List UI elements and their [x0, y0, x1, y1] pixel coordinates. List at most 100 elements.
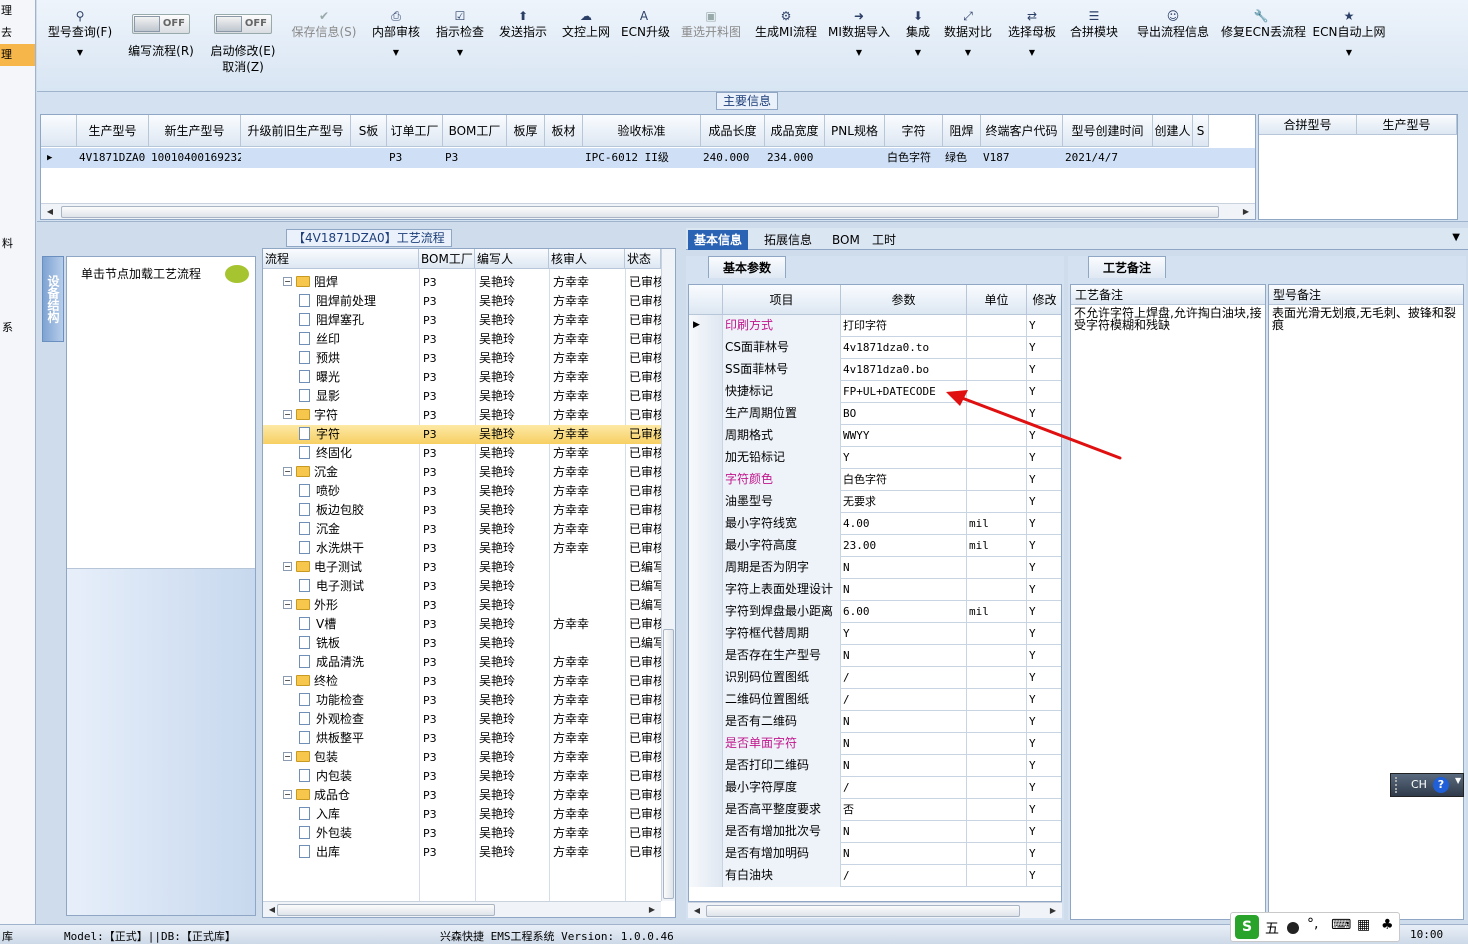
flow-tree-row[interactable]: 铣板 P3 吴艳玲 已编写: [263, 634, 661, 653]
flow-tree-row[interactable]: 预烘 P3 吴艳玲 方幸幸 已审核: [263, 349, 661, 368]
flow-node[interactable]: 烘板整平: [299, 729, 419, 748]
chevron-down-icon[interactable]: ▼: [1455, 776, 1461, 785]
row-header[interactable]: [689, 777, 723, 799]
flow-tree-row[interactable]: − 沉金 P3 吴艳玲 方幸幸 已审核: [263, 463, 661, 482]
column-header[interactable]: 编写人: [475, 249, 549, 269]
column-header[interactable]: 板材: [545, 115, 583, 147]
flow-hscroll[interactable]: ◀ ▶: [263, 901, 661, 917]
column-header[interactable]: BOM工厂: [443, 115, 507, 147]
flow-node[interactable]: − 电子测试: [283, 558, 419, 577]
param-value[interactable]: 4v1871dza0.to: [841, 337, 967, 359]
flow-node[interactable]: − 沉金: [283, 463, 419, 482]
row-header[interactable]: [689, 733, 723, 755]
param-row[interactable]: 是否单面字符 N Y: [689, 733, 1061, 755]
left-nav-item[interactable]: [1, 286, 35, 314]
flow-node[interactable]: − 终检: [283, 672, 419, 691]
flow-node[interactable]: 丝印: [299, 330, 419, 349]
flow-tree-row[interactable]: 内包装 P3 吴艳玲 方幸幸 已审核: [263, 767, 661, 786]
flow-node[interactable]: 曝光: [299, 368, 419, 387]
column-header[interactable]: 新生产型号: [149, 115, 241, 147]
table-cell[interactable]: [545, 148, 583, 168]
flow-node[interactable]: − 阻焊: [283, 273, 419, 292]
flow-node[interactable]: V槽: [299, 615, 419, 634]
column-header[interactable]: 合拼型号: [1259, 115, 1357, 135]
left-nav-item[interactable]: 理: [0, 0, 35, 22]
flow-node[interactable]: 喷砂: [299, 482, 419, 501]
flow-tree-row[interactable]: − 阻焊 P3 吴艳玲 方幸幸 已审核: [263, 273, 661, 292]
left-nav-item[interactable]: [0, 66, 35, 88]
flow-node[interactable]: 预烘: [299, 349, 419, 368]
start-modify-switch[interactable]: OFF: [214, 14, 272, 34]
row-header[interactable]: ▶: [689, 315, 723, 337]
table-cell[interactable]: 白色字符: [885, 148, 943, 168]
column-header[interactable]: 升级前旧生产型号: [241, 115, 351, 147]
ime-toolbar[interactable]: S 五 °, ⌨ ▦ ♣: [1230, 912, 1400, 942]
flow-tree-row[interactable]: − 电子测试 P3 吴艳玲 已编写: [263, 558, 661, 577]
flow-tree-row[interactable]: 功能检查 P3 吴艳玲 方幸幸 已审核: [263, 691, 661, 710]
flow-vscroll[interactable]: [661, 249, 675, 901]
row-header[interactable]: [689, 623, 723, 645]
param-value[interactable]: 4.00: [841, 513, 967, 535]
param-row[interactable]: 是否存在生产型号 N Y: [689, 645, 1061, 667]
tab-basic-info[interactable]: 基本信息: [688, 230, 749, 250]
edit-flow-switch[interactable]: OFF: [132, 14, 190, 34]
flow-node[interactable]: 沉金: [299, 520, 419, 539]
process-remarks-tab[interactable]: 工艺备注: [1088, 256, 1167, 278]
param-row[interactable]: 是否打印二维码 N Y: [689, 755, 1061, 777]
tab-bom[interactable]: BOM: [826, 230, 866, 250]
flow-node[interactable]: 铣板: [299, 634, 419, 653]
left-nav-item[interactable]: [0, 176, 35, 198]
table-cell[interactable]: IPC-6012 II级: [583, 148, 701, 168]
flow-node[interactable]: 入库: [299, 805, 419, 824]
row-header[interactable]: [689, 557, 723, 579]
param-row[interactable]: CS面菲林号 4v1871dza0.to Y: [689, 337, 1061, 359]
flow-tree-row[interactable]: 烘板整平 P3 吴艳玲 方幸幸 已审核: [263, 729, 661, 748]
fix-ecn-button[interactable]: 🔧 修复ECN丢流程: [1221, 8, 1306, 88]
param-value[interactable]: 无要求: [841, 491, 967, 513]
flow-tree-row[interactable]: − 成品仓 P3 吴艳玲 方幸幸 已审核: [263, 786, 661, 805]
flow-node[interactable]: 内包装: [299, 767, 419, 786]
row-header[interactable]: [689, 425, 723, 447]
param-row[interactable]: 识别码位置图纸 / Y: [689, 667, 1061, 689]
table-cell[interactable]: 240.000: [701, 148, 765, 168]
left-nav-item[interactable]: 去: [0, 22, 35, 44]
row-header[interactable]: [689, 491, 723, 513]
param-value[interactable]: N: [841, 557, 967, 579]
row-header[interactable]: [689, 381, 723, 403]
table-cell[interactable]: V187: [981, 148, 1063, 168]
column-header[interactable]: 阻焊: [943, 115, 981, 147]
flow-tree-row[interactable]: − 包装 P3 吴艳玲 方幸幸 已审核: [263, 748, 661, 767]
column-header[interactable]: BOM工厂: [419, 249, 475, 269]
table-cell[interactable]: P3: [387, 148, 443, 168]
column-header[interactable]: 终端客户代码: [981, 115, 1063, 147]
flow-node[interactable]: 显影: [299, 387, 419, 406]
row-header[interactable]: [689, 359, 723, 381]
table-cell[interactable]: [241, 148, 351, 168]
param-value[interactable]: N: [841, 843, 967, 865]
row-header[interactable]: [689, 843, 723, 865]
param-row[interactable]: SS面菲林号 4v1871dza0.bo Y: [689, 359, 1061, 381]
flow-tree-row[interactable]: 外包装 P3 吴艳玲 方幸幸 已审核: [263, 824, 661, 843]
collapse-icon[interactable]: −: [283, 752, 292, 761]
table-cell[interactable]: [1153, 148, 1193, 168]
param-row[interactable]: 字符框代替周期 Y Y: [689, 623, 1061, 645]
column-header[interactable]: 生产型号: [77, 115, 149, 147]
column-header[interactable]: 状态: [625, 249, 661, 269]
flow-node[interactable]: 终固化: [299, 444, 419, 463]
help-icon[interactable]: ?: [1433, 777, 1449, 793]
flow-node[interactable]: 水洗烘干: [299, 539, 419, 558]
column-header[interactable]: 参数: [841, 285, 967, 315]
column-header[interactable]: 板厚: [507, 115, 545, 147]
column-header[interactable]: 成品宽度: [765, 115, 825, 147]
left-nav-item[interactable]: [0, 110, 35, 132]
column-header[interactable]: 验收标准: [583, 115, 701, 147]
left-nav-item[interactable]: 系: [1, 314, 35, 342]
flow-node[interactable]: − 包装: [283, 748, 419, 767]
edit-flow-toggle[interactable]: OFF 编写流程(R): [121, 14, 201, 94]
column-header[interactable]: 流程: [263, 249, 419, 269]
flow-node[interactable]: − 字符: [283, 406, 419, 425]
flow-node[interactable]: 成品清洗: [299, 653, 419, 672]
instruction-check-button[interactable]: ☑ 指示检查 ▼: [433, 8, 487, 88]
flow-node[interactable]: 电子测试: [299, 577, 419, 596]
structure-tab[interactable]: 设备结构: [42, 256, 64, 342]
